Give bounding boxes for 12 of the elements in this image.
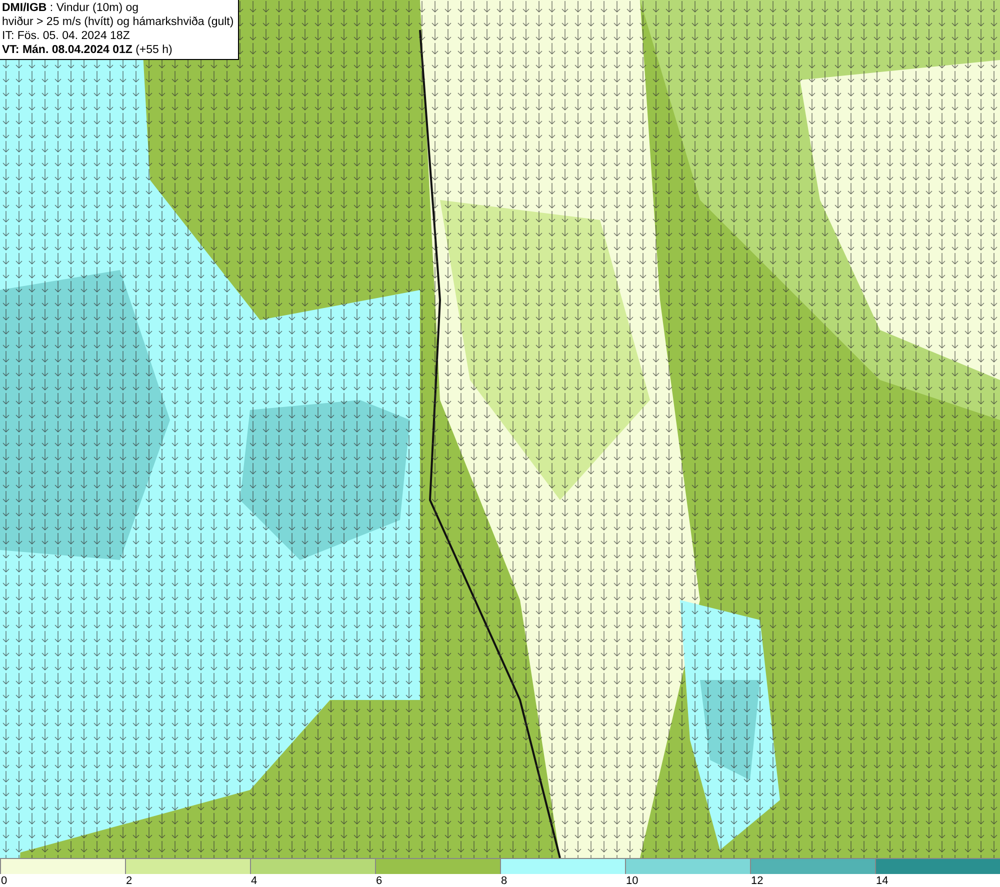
scale-label: 6	[375, 874, 382, 887]
scale-label: 14	[875, 874, 888, 887]
scale-label: 0	[0, 874, 8, 887]
legend-text: DMI/IGB : Vindur (10m) og	[2, 1, 140, 15]
legend-text: hviður > 25 m/s (hvítt) og hámarkshviða (gult)	[2, 15, 234, 29]
scale-label: 12	[750, 874, 764, 887]
scale-label: 8	[500, 874, 508, 887]
scale-label: 2	[125, 874, 132, 887]
scale-label: 4	[250, 874, 258, 887]
scale-label: 10	[625, 874, 638, 887]
legend-text: IT: Fös. 05. 04. 2024 18Z	[2, 29, 131, 43]
legend-text: VT: Mán. 08.04.2024 01Z (+55 h)	[2, 43, 174, 57]
